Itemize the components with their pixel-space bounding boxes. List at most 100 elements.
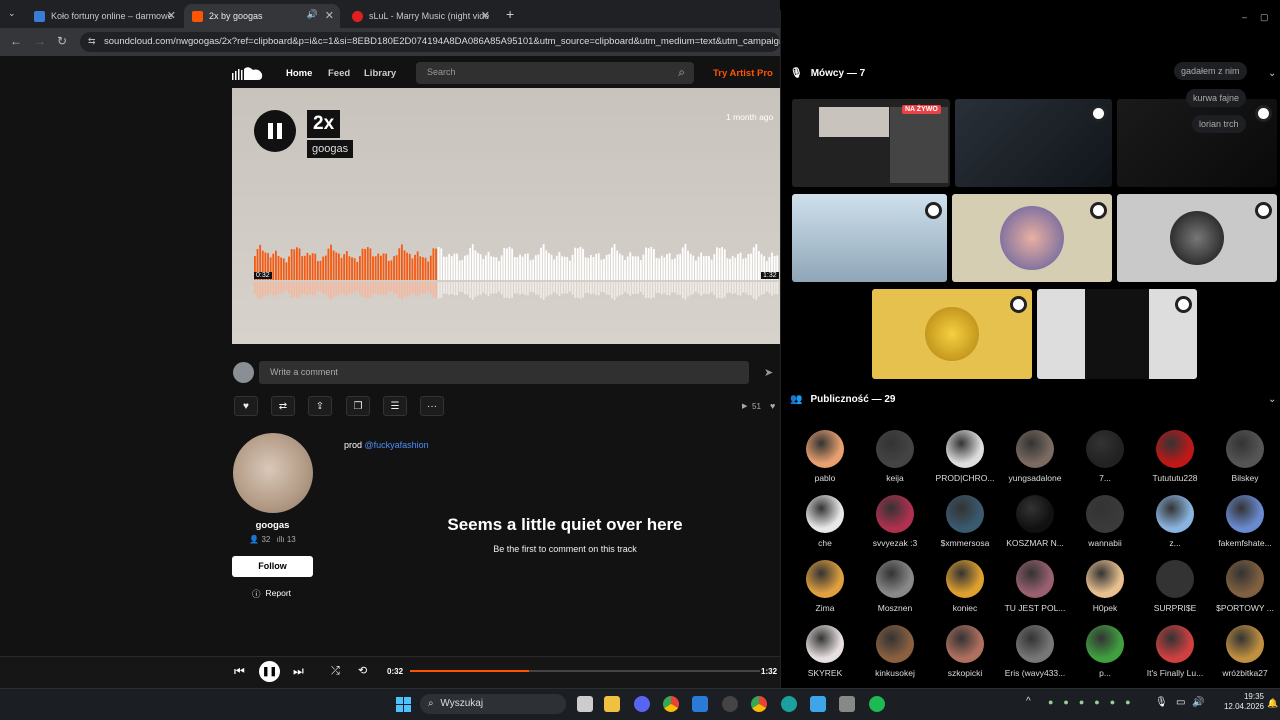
- tab-list-chevron-icon[interactable]: ⌄: [8, 8, 16, 19]
- nav-feed-link[interactable]: Feed: [328, 68, 350, 79]
- audience-member[interactable]: PROD|CHRO...: [930, 430, 1000, 483]
- tracks-count[interactable]: 13: [287, 535, 296, 544]
- app-icon[interactable]: [692, 696, 708, 712]
- discord-icon[interactable]: [634, 696, 650, 712]
- audience-member[interactable]: $xmmersosa: [930, 495, 1000, 548]
- tray-icons[interactable]: ●●●●●●: [1048, 697, 1141, 707]
- audience-member[interactable]: KOSZMAR N...: [1000, 495, 1070, 548]
- audience-member[interactable]: SKYREK: [790, 625, 860, 678]
- spotify-icon[interactable]: [869, 696, 885, 712]
- audience-member[interactable]: H0pek: [1070, 560, 1140, 613]
- uploader-name[interactable]: googas: [232, 520, 313, 531]
- collapse-chevron-icon[interactable]: ⌄: [1268, 394, 1276, 405]
- calculator-icon[interactable]: [839, 696, 855, 712]
- close-tab-icon[interactable]: ✕: [481, 9, 490, 22]
- nav-library-link[interactable]: Library: [364, 68, 396, 79]
- show-hidden-icons[interactable]: ^: [1026, 696, 1031, 707]
- copy-link-button[interactable]: ❐: [346, 396, 370, 416]
- notification-icon[interactable]: 🔔: [1267, 698, 1278, 709]
- notepad-icon[interactable]: [810, 696, 826, 712]
- audience-member[interactable]: fakemfshate...: [1210, 495, 1280, 548]
- audience-member[interactable]: wróżbitka27: [1210, 625, 1280, 678]
- site-info-icon[interactable]: ⇆: [88, 36, 96, 47]
- network-icon[interactable]: ▭: [1176, 697, 1185, 708]
- close-tab-icon[interactable]: ✕: [167, 9, 176, 22]
- app-icon[interactable]: [722, 696, 738, 712]
- chrome-icon[interactable]: [751, 696, 767, 712]
- followers-count[interactable]: 32: [261, 535, 270, 544]
- maximize-icon[interactable]: ▢: [1260, 12, 1269, 23]
- reload-icon[interactable]: ↻: [57, 34, 67, 48]
- audience-member[interactable]: Bilskey: [1210, 430, 1280, 483]
- audience-member[interactable]: keija: [860, 430, 930, 483]
- shuffle-icon[interactable]: ⤮: [331, 665, 340, 678]
- speaker-icon[interactable]: 🔊: [307, 9, 318, 20]
- repeat-icon[interactable]: ⟲: [358, 664, 367, 677]
- collapse-chevron-icon[interactable]: ⌄: [1268, 68, 1276, 79]
- windows-start-icon[interactable]: [396, 697, 411, 712]
- share-button[interactable]: ⇪: [308, 396, 332, 416]
- nav-home-link[interactable]: Home: [286, 68, 312, 79]
- audience-member[interactable]: Zima: [790, 560, 860, 613]
- speaker-tile-screenshare[interactable]: NA ŻYWO: [792, 99, 950, 187]
- more-button[interactable]: ···: [420, 396, 444, 416]
- audience-member[interactable]: p...: [1070, 625, 1140, 678]
- audience-member[interactable]: szkopicki: [930, 625, 1000, 678]
- send-comment-icon[interactable]: ➤: [764, 366, 773, 379]
- audience-member[interactable]: svvyezak :3: [860, 495, 930, 548]
- microphone-tray-icon[interactable]: 🎙: [1155, 697, 1168, 708]
- audience-member[interactable]: koniec: [930, 560, 1000, 613]
- minimize-icon[interactable]: –: [1242, 12, 1247, 22]
- like-button[interactable]: ♥: [234, 396, 258, 416]
- volume-icon[interactable]: 🔊: [1192, 697, 1204, 708]
- chrome-icon[interactable]: [663, 696, 679, 712]
- audience-member[interactable]: che: [790, 495, 860, 548]
- previous-track-icon[interactable]: ⏮: [234, 664, 245, 679]
- audience-member[interactable]: yungsadalone: [1000, 430, 1070, 483]
- follow-button[interactable]: Follow: [232, 556, 313, 577]
- audience-member[interactable]: $PORTOWY ...: [1210, 560, 1280, 613]
- audience-member[interactable]: 7...: [1070, 430, 1140, 483]
- audience-member[interactable]: TU JEST POL...: [1000, 560, 1070, 613]
- audience-member[interactable]: wannabii: [1070, 495, 1140, 548]
- add-to-playlist-button[interactable]: ☰: [383, 396, 407, 416]
- taskbar-clock[interactable]: 19:35 12.04.2026: [1204, 692, 1264, 712]
- taskbar-search[interactable]: ⌕ Wyszukaj: [420, 694, 566, 714]
- tab-2x-by-googas[interactable]: 2x by googas 🔊 ✕: [184, 4, 340, 28]
- report-button[interactable]: ⓘ Report: [252, 588, 291, 600]
- new-tab-button[interactable]: +: [506, 6, 514, 22]
- file-explorer-icon[interactable]: [604, 696, 620, 712]
- speaker-tile-camera-2[interactable]: [1117, 99, 1277, 187]
- url-input[interactable]: soundcloud.com/nwgoogas/2x?ref=clipboard…: [80, 32, 780, 52]
- close-tab-icon[interactable]: ✕: [325, 9, 334, 22]
- audience-member[interactable]: pablo: [790, 430, 860, 483]
- audience-member[interactable]: Mosznen: [860, 560, 930, 613]
- tab-kolo-fortuny[interactable]: Koło fortuny online – darmowe ✕: [26, 4, 182, 28]
- next-track-icon[interactable]: ⏭: [293, 664, 304, 679]
- search-icon[interactable]: ⌕: [678, 65, 685, 80]
- speaker-tile-camera-1[interactable]: [955, 99, 1112, 187]
- uploader-avatar[interactable]: [233, 433, 313, 513]
- track-artist-link[interactable]: googas: [307, 140, 354, 158]
- waveform[interactable]: [254, 236, 779, 300]
- back-arrow-icon[interactable]: ←: [10, 34, 22, 48]
- forward-arrow-icon[interactable]: →: [34, 34, 46, 48]
- audience-member[interactable]: Tutututu228: [1140, 430, 1210, 483]
- speaker-tile-avatar-3[interactable]: [872, 289, 1032, 379]
- player-pause-button[interactable]: ❚❚: [259, 661, 280, 682]
- speaker-tile-avatar-2[interactable]: [1117, 194, 1277, 282]
- task-view-icon[interactable]: [577, 696, 593, 712]
- try-artist-pro-link[interactable]: Try Artist Pro: [713, 68, 773, 79]
- tab-sLuL-marry-music[interactable]: sLuL - Marry Music (night vide ✕: [344, 4, 496, 28]
- audience-member[interactable]: Eris (wavy433...: [1000, 625, 1070, 678]
- speaker-tile-avatar-4[interactable]: [1037, 289, 1197, 379]
- description-link[interactable]: @fuckyafashion: [365, 440, 429, 450]
- repost-button[interactable]: ⇄: [271, 396, 295, 416]
- search-input[interactable]: Search ⌕: [416, 62, 694, 84]
- audience-member[interactable]: It's Finally Lu...: [1140, 625, 1210, 678]
- soundcloud-logo-icon[interactable]: [232, 66, 264, 80]
- audience-member[interactable]: kinkusokej: [860, 625, 930, 678]
- audience-member[interactable]: SURPRI$E: [1140, 560, 1210, 613]
- edge-icon[interactable]: [781, 696, 797, 712]
- pause-button[interactable]: [254, 110, 296, 152]
